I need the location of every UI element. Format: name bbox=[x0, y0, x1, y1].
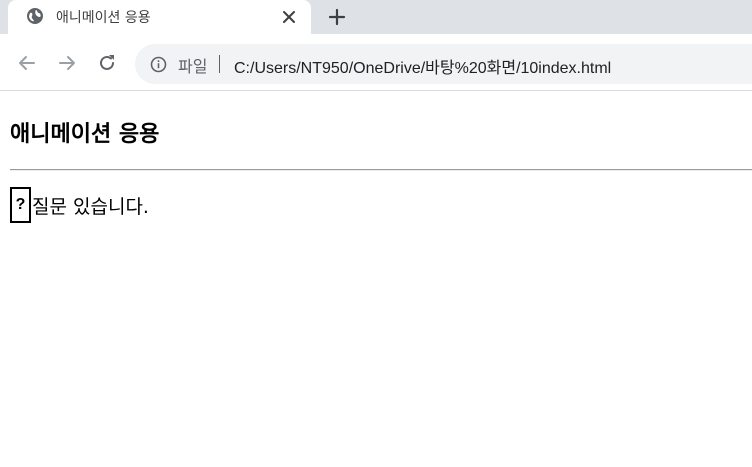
browser-tab[interactable]: 애니메이션 응용 bbox=[8, 0, 311, 34]
info-icon[interactable] bbox=[150, 56, 167, 73]
page-content: 애니메이션 응용 ? 질문 있습니다. bbox=[0, 92, 752, 467]
reload-icon[interactable] bbox=[96, 52, 118, 74]
arrow-left-icon[interactable] bbox=[16, 52, 38, 74]
browser-toolbar: 파일 C:/Users/NT950/OneDrive/바탕%20화면/10ind… bbox=[0, 34, 752, 91]
question-line: ? 질문 있습니다. bbox=[10, 187, 149, 223]
url-text[interactable]: C:/Users/NT950/OneDrive/바탕%20화면/10index.… bbox=[234, 54, 611, 78]
tab-title: 애니메이션 응용 bbox=[56, 10, 151, 26]
omnibox-divider bbox=[219, 55, 220, 73]
file-scheme-label: 파일 bbox=[178, 57, 208, 76]
globe-icon bbox=[26, 7, 44, 25]
close-icon[interactable] bbox=[280, 8, 298, 26]
arrow-right-icon[interactable] bbox=[56, 52, 78, 74]
tab-strip: 애니메이션 응용 bbox=[0, 0, 752, 34]
question-mark-box: ? bbox=[10, 187, 31, 223]
horizontal-rule bbox=[10, 169, 752, 171]
question-text: 질문 있습니다. bbox=[32, 195, 149, 218]
address-bar[interactable]: 파일 C:/Users/NT950/OneDrive/바탕%20화면/10ind… bbox=[135, 44, 752, 84]
plus-icon[interactable] bbox=[327, 7, 347, 27]
page-title: 애니메이션 응용 bbox=[10, 122, 160, 147]
